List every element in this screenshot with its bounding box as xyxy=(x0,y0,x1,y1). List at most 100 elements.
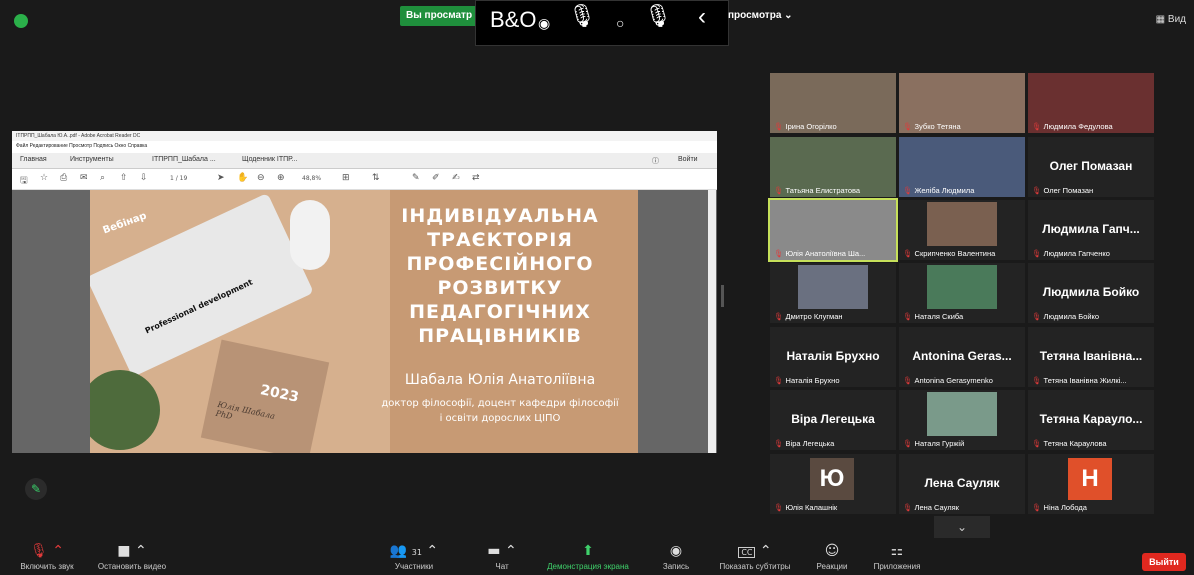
participant-tile[interactable]: Віра Легецька 🎙 Віра Легецька xyxy=(770,390,896,450)
participant-name-label: Наталя Скиба xyxy=(914,312,964,321)
participants-button[interactable]: 👥 31 ⌃ Участники xyxy=(386,540,442,571)
chat-bubble-icon: ▬ ⌃ xyxy=(487,543,517,559)
participant-tile[interactable]: 🎙 Татьяна Елистратова xyxy=(770,137,896,197)
tab-home[interactable]: Главная xyxy=(20,156,47,163)
participant-tile[interactable]: Ю 🎙 Юлія Калашнік xyxy=(770,454,896,514)
comment-icon[interactable]: ✎ xyxy=(412,173,420,183)
chat-button[interactable]: ▬ ⌃ Чат xyxy=(484,540,520,571)
page-up-icon[interactable]: ⇧ xyxy=(120,173,128,183)
search-icon[interactable]: ⌕ xyxy=(100,173,105,183)
split-handle[interactable] xyxy=(721,285,724,307)
print-icon[interactable]: ⎙ xyxy=(60,173,67,183)
share-screen-button[interactable]: ⬆ Демонстрация экрана xyxy=(536,540,640,571)
muted-microphone-icon: 🎙 xyxy=(1032,122,1042,131)
hand-icon[interactable]: ✋ xyxy=(237,173,248,183)
participant-tile[interactable]: H 🎙 Ніна Лобода xyxy=(1028,454,1154,514)
captions-button[interactable]: CC ⌃ Показать субтитры xyxy=(710,540,800,571)
back-chevron-icon[interactable]: ‹ xyxy=(698,3,706,31)
view-menu[interactable]: ▦ Вид xyxy=(1156,14,1186,25)
participant-tile[interactable]: Наталія Брухно 🎙 Наталія Брухно xyxy=(770,327,896,387)
participant-tile[interactable]: 🎙 Скрипченко Валентина xyxy=(899,200,1025,260)
mail-icon[interactable]: ✉ xyxy=(80,173,88,183)
participant-tile[interactable]: 🎙 Дмитро Клугман xyxy=(770,263,896,323)
scroll-icon[interactable]: ⇅ xyxy=(372,173,380,183)
help-icon[interactable]: ⓘ xyxy=(652,156,659,166)
gallery-next-chevron-icon[interactable]: ⌄ xyxy=(934,516,990,538)
participant-name-label: Antonina Gerasymenko xyxy=(914,376,993,385)
view-banner-tail[interactable]: просмотра ⌄ xyxy=(728,6,793,26)
participant-tile[interactable]: Antonina Geras... 🎙 Antonina Gerasymenko xyxy=(899,327,1025,387)
star-icon[interactable]: ☆ xyxy=(40,173,48,183)
participant-tile[interactable]: Людмила Бойко 🎙 Людмила Бойко xyxy=(1028,263,1154,323)
participant-display-name: Antonina Geras... xyxy=(912,349,1012,363)
participant-display-name: Людмила Бойко xyxy=(1042,285,1140,299)
fit-icon[interactable]: ⊞ xyxy=(342,173,350,183)
participant-name: 🎙 Людмила Федулова xyxy=(1032,122,1113,131)
muted-microphone-icon: 🎙 xyxy=(903,122,913,131)
muted-microphone-icon: 🎙 ⌃ xyxy=(30,543,64,559)
record-button[interactable]: ◉ Запись xyxy=(656,540,696,571)
muted-microphone-icon: 🎙 xyxy=(903,312,913,321)
participant-tile[interactable]: 🎙 Ірина Огорілко xyxy=(770,73,896,133)
participant-name-label: Наталія Брухно xyxy=(785,376,840,385)
circle-icon[interactable]: ○ xyxy=(616,15,624,31)
participant-name: 🎙 Тетяна Караулова xyxy=(1032,439,1107,448)
participant-name-label: Віра Легецька xyxy=(785,439,835,448)
participant-name-label: Лена Сауляк xyxy=(914,503,959,512)
participant-name: 🎙 Лена Сауляк xyxy=(903,503,959,512)
select-icon[interactable]: ➤ xyxy=(217,173,225,183)
page-indicator[interactable]: 1 / 19 xyxy=(170,175,187,182)
participant-name: 🎙 Наталія Брухно xyxy=(774,376,840,385)
participant-tile[interactable]: 🎙 Юлія Анатоліївна Ша... xyxy=(768,198,898,262)
security-shield-icon[interactable] xyxy=(14,14,28,28)
participant-name-label: Желіба Людмила xyxy=(914,186,975,195)
participant-name: 🎙 Татьяна Елистратова xyxy=(774,186,860,195)
participant-tile[interactable]: 🎙 Наталя Скиба xyxy=(899,263,1025,323)
leave-button[interactable]: Выйти xyxy=(1142,553,1186,571)
participant-tile[interactable]: Людмила Гапч... 🎙 Людмила Гапченко xyxy=(1028,200,1154,260)
microphone-icon[interactable]: 🎙 xyxy=(568,3,596,29)
participant-name-label: Юлія Калашнік xyxy=(785,503,838,512)
mouse-image xyxy=(290,200,330,270)
document-scrollbar[interactable] xyxy=(708,190,716,453)
participant-tile[interactable]: 🎙 Людмила Федулова xyxy=(1028,73,1154,133)
microphone-wave-icon[interactable]: 🎙 xyxy=(644,3,672,29)
participant-tile[interactable]: 🎙 Зубко Тетяна xyxy=(899,73,1025,133)
signin-button[interactable]: Войти xyxy=(678,156,698,163)
share-icon[interactable]: ⇄ xyxy=(472,173,480,183)
apps-button[interactable]: ⚏ Приложения xyxy=(866,540,928,571)
participant-video xyxy=(927,202,997,246)
zoom-level[interactable]: 48,8% xyxy=(302,175,321,182)
participant-tile[interactable]: Олег Помазан 🎙 Олег Помазан xyxy=(1028,137,1154,197)
participant-tile[interactable]: Тетяна Карауло... 🎙 Тетяна Караулова xyxy=(1028,390,1154,450)
tab-document-2[interactable]: Щоденник ІТПР... xyxy=(242,156,297,163)
participant-name: 🎙 Дмитро Клугман xyxy=(774,312,843,321)
stop-video-button[interactable]: ■ ⌃ Остановить видео xyxy=(90,540,174,571)
participant-name: 🎙 Юлія Анатоліївна Ша... xyxy=(774,249,865,258)
view-banner[interactable]: Вы просматр xyxy=(400,6,479,26)
reactions-button[interactable]: ☺ Реакции xyxy=(812,540,852,571)
save-icon[interactable]: 🖫 xyxy=(20,173,28,189)
participant-tile[interactable]: 🎙 Наталя Гуржій xyxy=(899,390,1025,450)
participant-display-name: Олег Помазан xyxy=(1049,159,1133,173)
tab-tools[interactable]: Инструменты xyxy=(70,156,114,163)
muted-microphone-icon: 🎙 xyxy=(903,186,913,195)
participant-name: 🎙 Antonina Gerasymenko xyxy=(903,376,993,385)
participant-tile[interactable]: Лена Сауляк 🎙 Лена Сауляк xyxy=(899,454,1025,514)
participant-tile[interactable]: Тетяна Іванівна... 🎙 Тетяна Іванівна Жилкі… xyxy=(1028,327,1154,387)
tab-document-1[interactable]: ІТПРПП_Шабала ... xyxy=(152,156,216,163)
annotate-pen-icon[interactable]: ✎ xyxy=(25,478,47,500)
participant-tile[interactable]: 🎙 Желіба Людмила xyxy=(899,137,1025,197)
unmute-button[interactable]: 🎙 ⌃ Включить звук xyxy=(10,540,84,571)
pen-icon[interactable]: ✐ xyxy=(432,173,440,183)
sign-icon[interactable]: ✍ xyxy=(452,173,460,183)
record-icon[interactable]: ◉ xyxy=(538,15,550,32)
participant-name-label: Ніна Лобода xyxy=(1043,503,1087,512)
participants-icon: 👥 31 ⌃ xyxy=(389,543,439,559)
participant-name: 🎙 Тетяна Іванівна Жилкі... xyxy=(1032,376,1127,385)
zoom-in-icon[interactable]: ⊕ xyxy=(277,173,285,183)
page-down-icon[interactable]: ⇩ xyxy=(140,173,148,183)
zoom-out-icon[interactable]: ⊖ xyxy=(257,173,265,183)
muted-microphone-icon: 🎙 xyxy=(1032,376,1042,385)
participant-video xyxy=(927,265,997,309)
